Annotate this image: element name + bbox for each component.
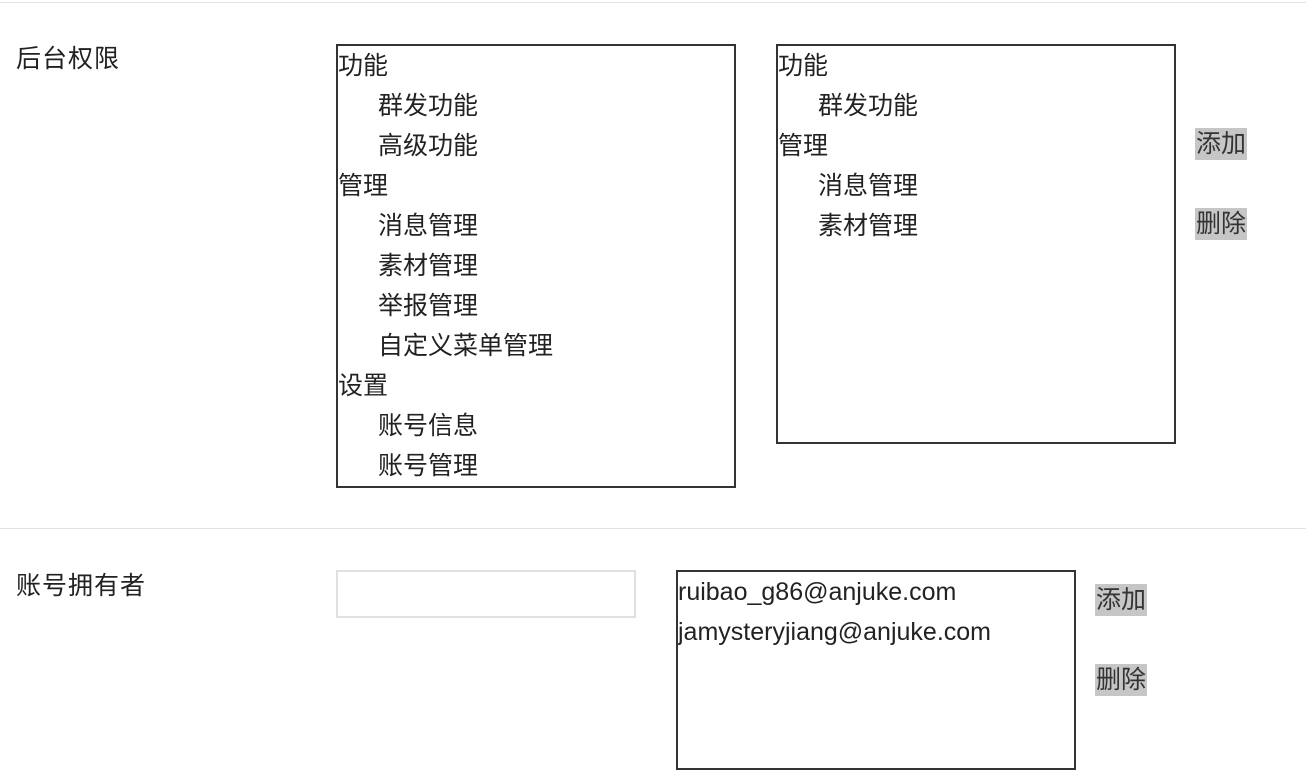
available-option[interactable]: 消息管理 [338,206,734,246]
selected-permissions-list[interactable]: 功能 群发功能 管理 消息管理 素材管理 [776,44,1176,444]
top-divider [0,2,1306,3]
delete-owner-button[interactable]: 删除 [1095,664,1148,696]
available-option[interactable]: 账号信息 [338,406,734,446]
available-option[interactable]: 素材管理 [338,246,734,286]
settings-form: 后台权限 功能 群发功能 高级功能 管理 消息管理 素材管理 举报管理 自定义菜单管理 设置 账号… [0,0,1306,772]
add-owner-button[interactable]: 添加 [1095,584,1148,616]
owner-email-input[interactable] [336,570,636,618]
available-group-option[interactable]: 管理 [338,166,734,206]
available-permissions-list[interactable]: 功能 群发功能 高级功能 管理 消息管理 素材管理 举报管理 自定义菜单管理 设置 账号信息 账号管… [336,44,736,488]
permissions-label: 后台权限 [16,44,121,73]
selected-option[interactable]: 素材管理 [778,206,1174,246]
available-group-option[interactable]: 功能 [338,46,734,86]
available-group-option[interactable]: 设置 [338,366,734,406]
delete-permission-button[interactable]: 删除 [1195,208,1248,240]
available-option[interactable]: 举报管理 [338,286,734,326]
selected-group-option[interactable]: 功能 [778,46,1174,86]
selected-group-option[interactable]: 管理 [778,126,1174,166]
available-option[interactable]: 自定义菜单管理 [338,326,734,366]
selected-option[interactable]: 群发功能 [778,86,1174,126]
owners-label: 账号拥有者 [16,571,147,600]
owner-email-list[interactable]: ruibao_g86@anjuke.com jamysteryjiang@anju… [676,570,1076,770]
owner-email-option[interactable]: ruibao_g86@anjuke.com [678,572,1074,612]
selected-option[interactable]: 消息管理 [778,166,1174,206]
section-divider [0,528,1306,529]
available-option[interactable]: 账号管理 [338,446,734,486]
available-option[interactable]: 群发功能 [338,86,734,126]
add-permission-button[interactable]: 添加 [1195,128,1248,160]
owner-email-option[interactable]: jamysteryjiang@anjuke.com [678,612,1074,652]
available-option[interactable]: 高级功能 [338,126,734,166]
